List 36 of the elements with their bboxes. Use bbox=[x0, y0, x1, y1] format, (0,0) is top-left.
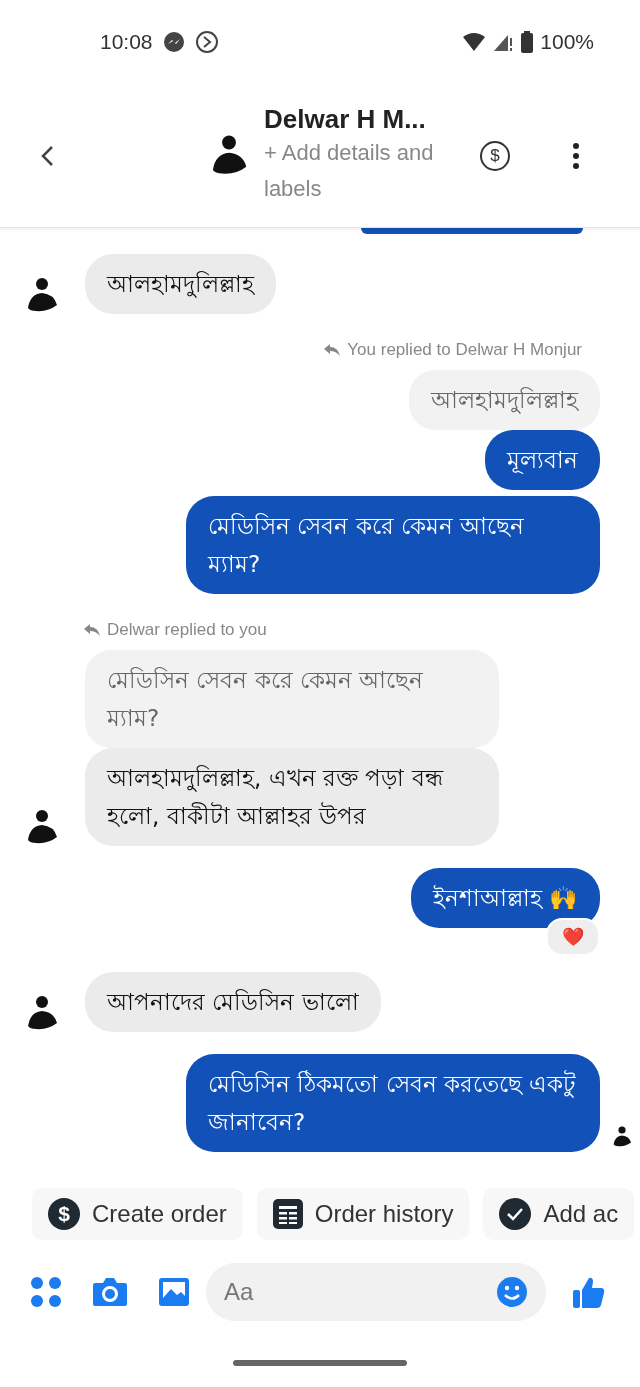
reply-icon bbox=[323, 343, 342, 357]
gallery-icon[interactable] bbox=[158, 1277, 190, 1307]
reply-note: Delwar replied to you bbox=[83, 620, 267, 640]
quoted-message[interactable]: মেডিসিন সেবন করে কেমন আছেন ম্যাম? bbox=[85, 650, 499, 748]
reaction-badge[interactable]: ❤ bbox=[546, 918, 600, 956]
action-chip[interactable]: Add ac bbox=[483, 1188, 635, 1240]
more-options-icon[interactable] bbox=[572, 141, 580, 170]
message-bubble[interactable]: আলহামদুলিল্লাহ, এখন রক্ত পড়া বন্ধ হলো, বাকীটা আল্লাহর উপর bbox=[85, 748, 499, 846]
thumbs-up-icon[interactable] bbox=[572, 1275, 606, 1309]
message-bubble[interactable]: মূল্যবান bbox=[485, 430, 600, 490]
camera-icon[interactable] bbox=[92, 1277, 128, 1307]
play-circle-icon bbox=[194, 30, 219, 54]
message-field[interactable]: Aa bbox=[206, 1263, 546, 1321]
add-details-link[interactable]: + Add details and labels bbox=[264, 135, 444, 207]
messenger-icon bbox=[162, 31, 185, 53]
apps-icon[interactable] bbox=[30, 1276, 62, 1308]
message-bubble[interactable]: আলহামদুলিল্লাহ bbox=[85, 254, 276, 314]
reply-icon bbox=[83, 623, 101, 637]
message-bubble[interactable]: মেডিসিন ঠিকমতো সেবন করতেছে একটু জানাবেন? bbox=[186, 1054, 600, 1152]
contact-name[interactable]: Delwar H M... bbox=[264, 104, 444, 135]
payment-button[interactable]: $ bbox=[480, 140, 510, 171]
message-bubble[interactable]: ইনশাআল্লাহ 🙌 bbox=[410, 868, 600, 928]
action-chip[interactable]: Order history bbox=[256, 1188, 470, 1240]
message-bubble[interactable]: আপনাদের মেডিসিন ভালো bbox=[85, 972, 381, 1032]
clock-time: 10:08 bbox=[100, 30, 153, 54]
dollar-icon: $ bbox=[48, 1198, 80, 1230]
emoji-icon[interactable] bbox=[496, 1276, 528, 1308]
action-chip[interactable]: $ Create order bbox=[32, 1188, 243, 1240]
battery-percent: 100% bbox=[540, 30, 594, 54]
quoted-message[interactable]: আলহামদুলিল্লাহ bbox=[409, 370, 600, 430]
wifi-icon bbox=[462, 32, 487, 52]
battery-icon bbox=[520, 31, 535, 53]
reply-note: You replied to Delwar H Monjur bbox=[323, 340, 582, 360]
check-circle-icon bbox=[499, 1198, 532, 1230]
receipt-icon bbox=[272, 1199, 303, 1229]
message-bubble[interactable]: মেডিসিন সেবন করে কেমন আছেন ম্যাম? bbox=[186, 496, 600, 594]
